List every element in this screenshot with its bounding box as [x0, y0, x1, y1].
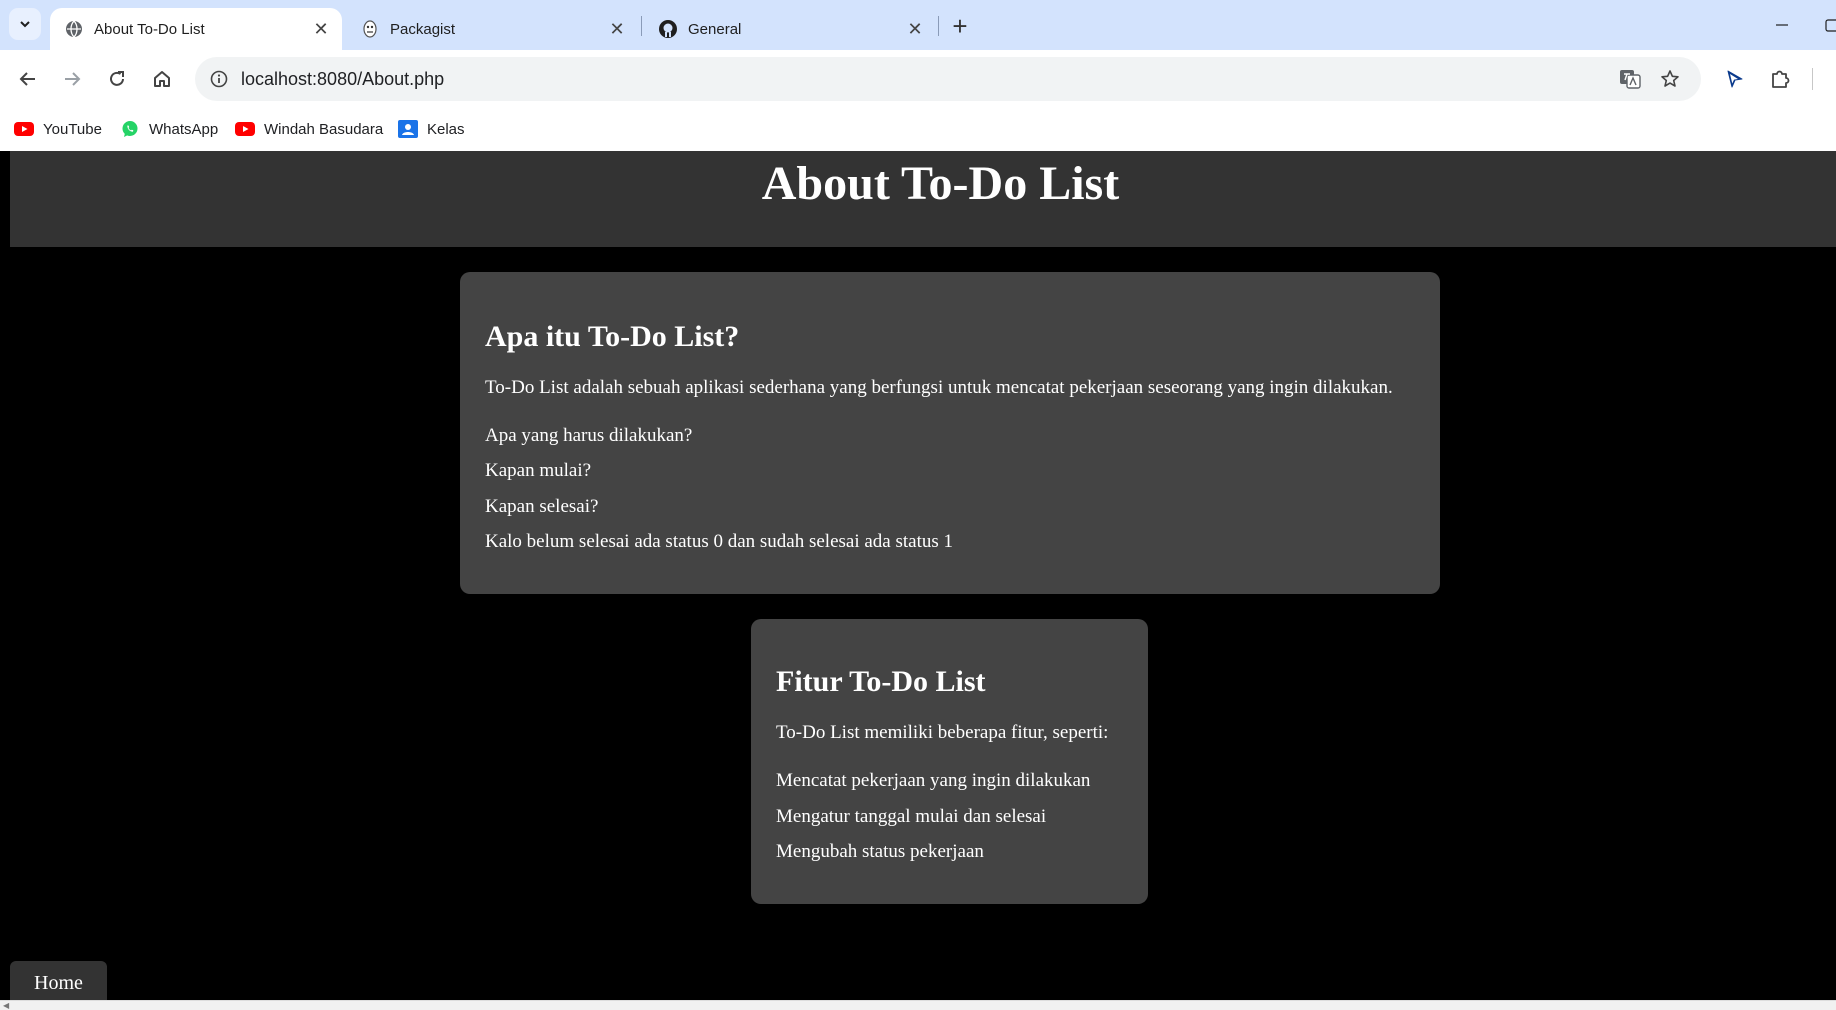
page-title: About To-Do List	[761, 157, 1120, 210]
youtube-icon	[14, 119, 34, 139]
tab-label: About To-Do List	[94, 20, 205, 38]
list-item: Apa yang harus dilakukan?	[485, 425, 693, 446]
restore-button[interactable]	[1818, 10, 1836, 40]
bookmark-label: Windah Basudara	[264, 120, 384, 138]
new-tab-button[interactable]: +	[944, 10, 976, 42]
minimize-icon	[1776, 24, 1788, 26]
home-button[interactable]	[144, 61, 180, 97]
tab-separator	[938, 16, 939, 36]
reload-icon	[110, 71, 124, 86]
reload-button[interactable]	[99, 61, 135, 97]
browser-toolbar: localhost:8080/About.php	[0, 50, 1836, 108]
list-item: Mengatur tanggal mulai dan selesai	[776, 806, 1047, 827]
section-intro: To-Do List adalah sebuah aplikasi sederh…	[485, 377, 1393, 398]
extension-cursor-button[interactable]	[1717, 61, 1753, 97]
tab-search-button[interactable]	[9, 8, 41, 40]
translate-icon[interactable]	[1618, 67, 1642, 91]
features-card: Fitur To-Do List To-Do List memiliki beb…	[751, 619, 1148, 904]
info-icon[interactable]	[207, 67, 231, 91]
toolbar-divider	[1812, 68, 1813, 90]
tab-packagist[interactable]: Packagist ✕	[346, 8, 638, 50]
github-icon	[658, 19, 678, 39]
classroom-icon	[398, 119, 418, 139]
close-icon[interactable]: ✕	[308, 16, 334, 42]
address-bar[interactable]: localhost:8080/About.php	[195, 57, 1701, 101]
list-item: Mengubah status pekerjaan	[776, 841, 984, 862]
list-item: Kapan selesai?	[485, 496, 599, 517]
bookmark-label: Kelas	[427, 120, 465, 138]
section-intro: To-Do List memiliki beberapa fitur, sepe…	[776, 722, 1109, 743]
about-card: Apa itu To-Do List? To-Do List adalah se…	[460, 272, 1440, 594]
tab-general[interactable]: General ✕	[644, 8, 936, 50]
tab-label: General	[688, 20, 742, 38]
bookmark-kelas[interactable]: Kelas	[398, 116, 465, 142]
list-item: Mencatat pekerjaan yang ingin dilakukan	[776, 770, 1091, 791]
cursor-icon	[1727, 70, 1743, 88]
globe-icon	[64, 19, 84, 39]
puzzle-icon	[1772, 70, 1790, 88]
close-icon[interactable]: ✕	[902, 16, 928, 42]
bookmark-label: WhatsApp	[149, 120, 219, 138]
star-icon[interactable]	[1658, 67, 1682, 91]
url-text[interactable]: localhost:8080/About.php	[241, 69, 444, 90]
scroll-left-icon[interactable]: ◀	[3, 1001, 9, 1010]
bookmark-label: YouTube	[43, 120, 102, 138]
home-icon	[154, 71, 170, 87]
section-heading: Fitur To-Do List	[776, 665, 986, 698]
bookmark-youtube[interactable]: YouTube	[14, 116, 102, 142]
list-item: Kalo belum selesai ada status 0 dan suda…	[485, 531, 954, 552]
page-viewport: About To-Do List Apa itu To-Do List? To-…	[0, 151, 1836, 1000]
arrow-right-icon	[65, 72, 81, 86]
list-item: Kapan mulai?	[485, 460, 592, 481]
home-link[interactable]: Home	[10, 961, 107, 1000]
extensions-button[interactable]	[1762, 61, 1798, 97]
tab-about-todo-list[interactable]: About To-Do List ✕	[50, 8, 342, 50]
tab-strip: About To-Do List ✕ Packagist ✕ General ✕…	[0, 0, 1836, 50]
bookmarks-bar: YouTube WhatsApp Windah Basudara Kelas	[0, 108, 1836, 151]
section-heading: Apa itu To-Do List?	[485, 320, 740, 353]
minimize-button[interactable]	[1766, 10, 1798, 40]
bookmark-whatsapp[interactable]: WhatsApp	[120, 116, 218, 142]
restore-icon	[1825, 19, 1836, 32]
chevron-down-icon	[20, 21, 30, 28]
tab-label: Packagist	[390, 20, 456, 38]
forward-button[interactable]	[54, 61, 90, 97]
bookmark-windah-basudara[interactable]: Windah Basudara	[235, 116, 383, 142]
youtube-icon	[235, 119, 255, 139]
tab-separator	[641, 16, 642, 36]
close-icon[interactable]: ✕	[604, 16, 630, 42]
back-button[interactable]	[10, 61, 46, 97]
horizontal-scrollbar[interactable]: ◀	[0, 1000, 1836, 1010]
packagist-icon	[360, 19, 380, 39]
whatsapp-icon	[120, 119, 140, 139]
arrow-left-icon	[19, 72, 35, 86]
